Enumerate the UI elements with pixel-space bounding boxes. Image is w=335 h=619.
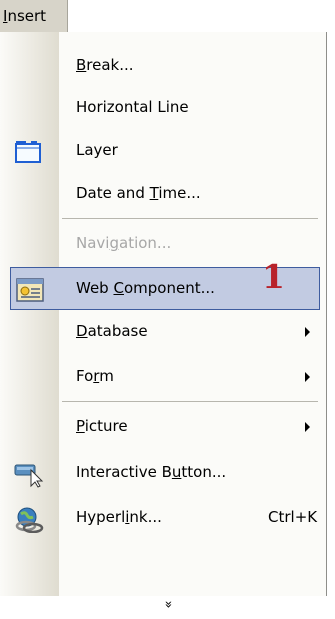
menu-item-picture[interactable]: Picture [0,406,326,449]
menu-item-hyperlink[interactable]: Hyperlink... Ctrl+K [0,497,326,540]
menu-item-layer[interactable]: Layer [0,130,326,173]
menu-item-form[interactable]: Form [0,356,326,399]
shortcut-text: Ctrl+K [268,508,318,526]
submenu-arrow-icon [305,327,310,337]
menu-separator [62,218,318,219]
menu-item-interactive-button[interactable]: Interactive Button... [0,452,326,495]
submenu-arrow-icon [305,422,310,432]
annotation-number: 1 [262,257,285,296]
menu-item-database[interactable]: Database [0,311,326,354]
hyperlink-icon [15,507,44,533]
web-component-icon [16,278,44,302]
menubar-insert[interactable]: Insert [0,0,68,33]
insert-menu-label: Insert [3,7,47,25]
insert-dropdown-menu: Break... Horizontal Line Layer Date and … [0,32,327,608]
interactive-button-icon [14,464,44,488]
expand-menu-chevron-icon[interactable]: » [148,597,188,619]
submenu-arrow-icon [305,372,310,382]
layer-icon [15,141,41,163]
menu-item-break[interactable]: Break... [0,45,326,88]
menu-item-date-time[interactable]: Date and Time... [0,173,326,216]
menu-separator [62,401,318,402]
menu-item-horizontal-line[interactable]: Horizontal Line [0,87,326,130]
